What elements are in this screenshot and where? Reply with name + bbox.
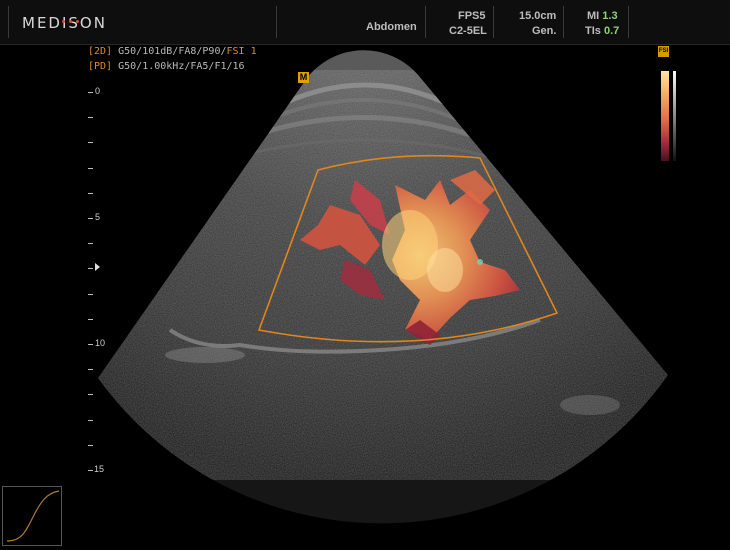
depth-tick (88, 394, 93, 395)
header-separator (425, 6, 426, 38)
mi-readout: MI 1.3 (587, 10, 618, 22)
depth-tick (88, 193, 93, 194)
preset-label: Abdomen (366, 21, 417, 33)
depth-tick (88, 344, 93, 345)
grayscale-bar (673, 71, 676, 161)
params-pd-line: [PD] G50/1.00kHz/FA5/F1/16 (88, 61, 245, 72)
gray-map-curve[interactable] (2, 486, 62, 546)
params-fsi: FSI 1 (226, 46, 257, 57)
depth-tick (88, 470, 93, 471)
header-separator (563, 6, 564, 38)
cursor-arrow-icon (95, 263, 100, 271)
gen-label: Gen. (532, 25, 557, 37)
mi-label: MI (587, 10, 600, 22)
brand-logo-dots (62, 10, 83, 28)
depth-tick (88, 168, 93, 169)
header-bar: MEDISON Abdomen FPS5 C2-5EL 15.0cm Gen. … (0, 0, 730, 45)
depth-label: 15.0cm (519, 10, 557, 22)
probe-label: C2-5EL (449, 25, 487, 37)
curve-icon (6, 490, 60, 542)
depth-tick (88, 218, 93, 219)
power-doppler-color-bar (661, 71, 669, 161)
depth-tick (88, 92, 93, 93)
depth-tick (88, 319, 93, 320)
depth-tick (88, 369, 93, 370)
depth-tick (88, 445, 93, 446)
depth-tick (88, 142, 93, 143)
m-marker-icon[interactable]: M (298, 72, 309, 83)
params-pd-body: G50/1.00kHz/FA5/F1/16 (112, 61, 245, 72)
depth-label: 15 (94, 464, 105, 474)
header-separator (8, 6, 9, 38)
ultrasound-image (98, 50, 668, 524)
depth-label: 10 (95, 338, 106, 348)
depth-tick (88, 117, 93, 118)
fsi-badge: FSI (658, 46, 669, 57)
params-pd-prefix: [PD] (88, 61, 113, 72)
depth-tick (88, 268, 93, 269)
params-2d-line: [2D] G50/101dB/FA8/P90/FSI 1 (88, 46, 257, 57)
mi-value: 1.3 (602, 10, 618, 22)
tis-value: 0.7 (603, 25, 620, 37)
tis-label: TIs (585, 25, 601, 37)
header-separator (276, 6, 277, 38)
depth-label: 0 (95, 86, 101, 96)
header-separator (628, 6, 629, 38)
params-2d-body: G50/101dB/FA8/P90/ (112, 46, 227, 57)
depth-label: 5 (95, 212, 101, 222)
tis-readout: TIs 0.7 (585, 25, 619, 37)
fps-label: FPS5 (458, 10, 486, 22)
params-2d-prefix: [2D] (88, 46, 113, 57)
depth-tick (88, 294, 93, 295)
header-separator (493, 6, 494, 38)
depth-tick (88, 420, 93, 421)
depth-tick (88, 243, 93, 244)
